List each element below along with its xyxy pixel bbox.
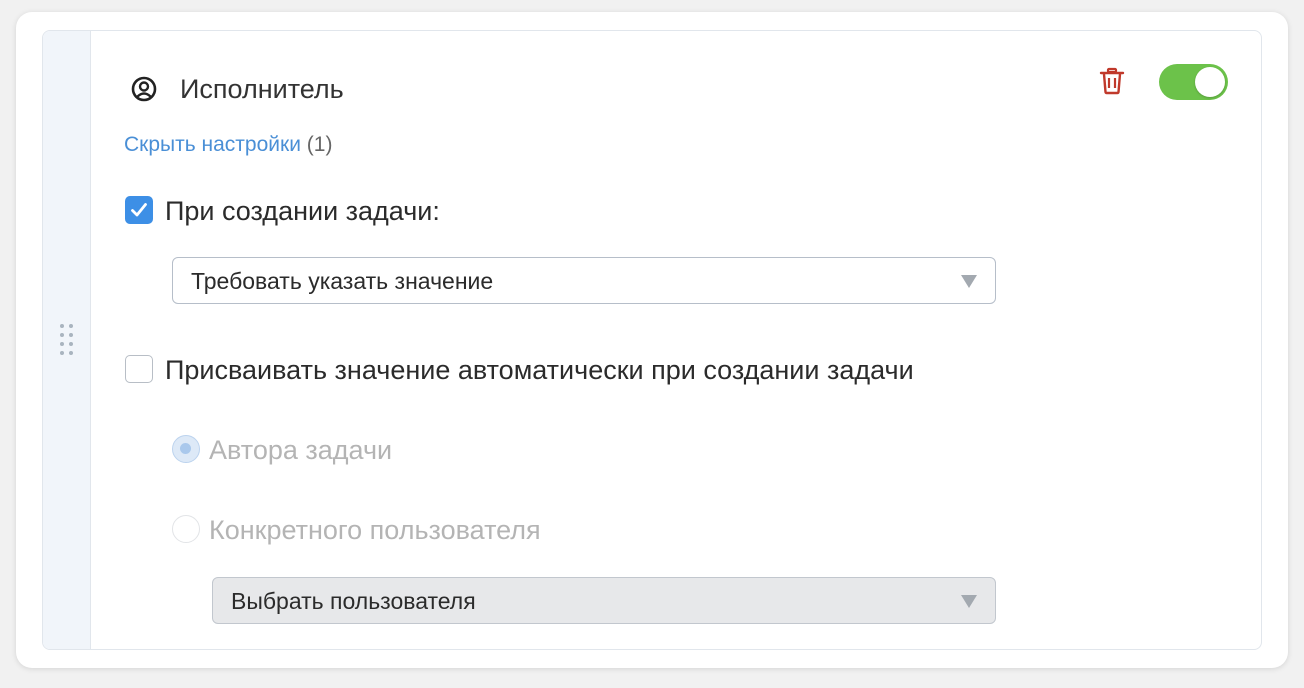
on-create-select-value: Требовать указать значение (191, 268, 494, 294)
hide-settings-row: Скрыть настройки (1) (124, 131, 332, 159)
dropdown-arrow-icon (961, 595, 977, 608)
field-settings-panel (42, 30, 1262, 650)
on-create-checkbox[interactable] (125, 196, 153, 224)
field-title: Исполнитель (180, 74, 344, 104)
radio-specific-user[interactable] (172, 515, 200, 543)
toggle-knob (1195, 67, 1225, 97)
on-create-label: При создании задачи: (165, 196, 440, 226)
radio-task-author[interactable] (172, 435, 200, 463)
user-circle-icon (131, 76, 157, 102)
auto-assign-label: Присваивать значение автоматически при с… (165, 355, 914, 385)
on-create-select[interactable]: Требовать указать значение (172, 257, 996, 304)
auto-assign-checkbox[interactable] (125, 355, 153, 383)
radio-task-author-label: Автора задачи (209, 435, 393, 465)
checkmark-icon (131, 203, 147, 217)
hide-settings-link[interactable]: Скрыть настройки (124, 133, 301, 156)
drag-handle-icon[interactable] (60, 324, 74, 355)
radio-specific-user-label: Конкретного пользователя (209, 515, 541, 545)
user-select[interactable]: Выбрать пользователя (212, 577, 996, 624)
field-enabled-toggle[interactable] (1159, 64, 1228, 100)
dropdown-arrow-icon (961, 275, 977, 288)
drag-strip (43, 31, 91, 649)
settings-count: (1) (306, 133, 333, 156)
user-select-value: Выбрать пользователя (231, 588, 476, 614)
trash-icon[interactable] (1097, 66, 1127, 96)
